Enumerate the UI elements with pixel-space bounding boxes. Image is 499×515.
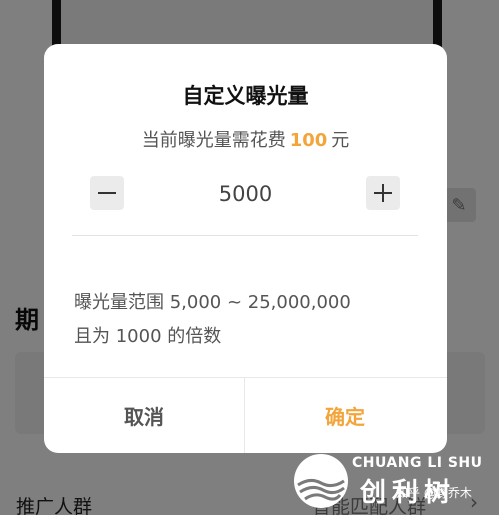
custom-exposure-dialog: 自定义曝光量 当前曝光量需花费 100 元 5000 曝光量范围 5,000 ~ 2… [44,44,447,453]
watermark-brand-en: CHUANG LI SHU [352,455,483,471]
range-hint: 曝光量范围 5,000 ~ 25,000,000 [74,292,351,313]
cost-prefix: 当前曝光量需花费 [141,130,286,151]
watermark-credit: 知乎 @野乔木 [396,486,472,500]
dialog-title: 自定义曝光量 [182,84,309,108]
confirm-button[interactable]: 确定 [245,378,445,453]
divider [72,235,418,236]
watermark-logo-icon [294,454,348,508]
cost-amount: 100 [289,130,328,151]
cancel-button[interactable]: 取消 [44,378,244,453]
plus-button[interactable] [366,176,400,210]
plus-icon [374,184,392,202]
cost-unit: 元 [331,130,350,151]
multiple-hint: 且为 1000 的倍数 [74,326,222,347]
cost-line: 当前曝光量需花费 100 元 [44,126,447,152]
